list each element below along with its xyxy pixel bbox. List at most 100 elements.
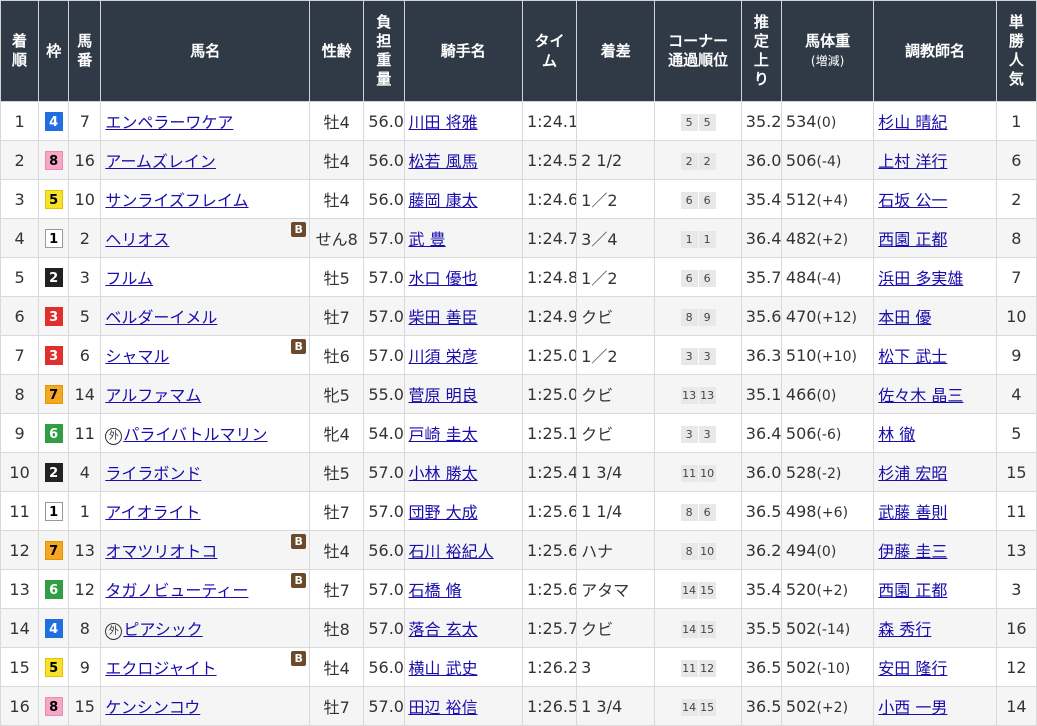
jockey-name-link[interactable]: 戸崎 圭太 (409, 425, 478, 444)
horse-name-link[interactable]: ヘリオス (105, 230, 169, 249)
trainer-name-link[interactable]: 小西 一男 (878, 698, 947, 717)
corner-position: 9 (698, 309, 716, 326)
jockey-name-link[interactable]: 川須 栄彦 (409, 347, 478, 366)
horse-number: 2 (79, 228, 90, 248)
sex-age: 牡4 (323, 659, 350, 678)
sexage-cell: 牡7 (309, 296, 365, 336)
trainer-name-link[interactable]: 佐々木 晶三 (878, 386, 963, 405)
trainer-name-link[interactable]: 林 徹 (878, 425, 915, 444)
margin-cell: 1 3/4 (576, 452, 656, 492)
horse-name-link[interactable]: アームズレイン (105, 152, 216, 171)
bodyweight-cell: 534(0) (780, 101, 875, 141)
horse-name-link[interactable]: サンライズフレイム (105, 191, 248, 210)
bodyweight-cell: 506(-6) (780, 413, 875, 453)
finish-rank: 3 (14, 189, 25, 209)
corner-position: 2 (698, 153, 716, 170)
time-cell: 1:26.2 (521, 647, 578, 687)
last-3f-time: 36.3 (745, 345, 782, 365)
finish-rank: 5 (14, 267, 25, 287)
horse-name-link[interactable]: シャマル (105, 347, 169, 366)
jockey-name-link[interactable]: 団野 大成 (409, 503, 478, 522)
trainer-name-link[interactable]: 浜田 多実雄 (878, 269, 963, 288)
table-row: 7 3 6 シャマル B 牡6 57.0 川須 栄彦 1:25.0 1／2 33 … (0, 335, 1037, 375)
waku-cell: 1 (38, 491, 70, 531)
header-sexage-text: 性齢 (321, 41, 352, 60)
horse-name-link[interactable]: パライバトルマリン (123, 425, 267, 444)
trainer-name-link[interactable]: 伊藤 圭三 (878, 542, 947, 561)
trainer-name-link[interactable]: 武藤 善則 (878, 503, 947, 522)
blinker-icon: B (291, 573, 307, 588)
sex-age: 牡6 (323, 347, 350, 366)
jockey-name-link[interactable]: 石橋 脩 (409, 581, 462, 600)
trainer-name-link[interactable]: 杉山 晴紀 (878, 113, 947, 132)
jockey-name-link[interactable]: 武 豊 (409, 230, 446, 249)
margin-cell: クビ (576, 608, 656, 648)
horse-name-link[interactable]: ピアシック (123, 620, 202, 639)
corner-positions: 13 13 (680, 387, 716, 404)
corner-cell: 33 (654, 413, 742, 453)
sex-age: 牡4 (323, 113, 350, 132)
horse-name-link[interactable]: アルファマム (105, 386, 201, 405)
weight-cell: 57.0 (363, 452, 405, 492)
corner-cell: 66 (654, 179, 742, 219)
win-popularity: 3 (1011, 579, 1022, 599)
num-cell: 7 (68, 101, 102, 141)
finish-rank: 2 (14, 150, 25, 170)
num-cell: 1 (68, 491, 102, 531)
header-horse: 馬名 (100, 0, 311, 102)
horse-name-link[interactable]: アイオライト (105, 503, 200, 522)
last-cell: 35.7 (740, 257, 782, 297)
horse-cell: アイオライト (100, 491, 311, 531)
jockey-name-link[interactable]: 川田 将雅 (409, 113, 478, 132)
trainer-name-link[interactable]: 西園 正都 (878, 230, 947, 249)
trainer-name-link[interactable]: 杉浦 宏昭 (878, 464, 947, 483)
sex-age: 牡4 (323, 542, 350, 561)
horse-name-link[interactable]: エクロジャイト (105, 659, 216, 678)
horse-name-link[interactable]: ベルダーイメル (105, 308, 217, 327)
sexage-cell: 牡7 (309, 569, 365, 609)
jockey-name-link[interactable]: 横山 武史 (409, 659, 478, 678)
trainer-cell: 佐々木 晶三 (873, 374, 997, 414)
trainer-name-link[interactable]: 森 秀行 (878, 620, 931, 639)
finish-rank: 6 (14, 306, 25, 326)
trainer-name-link[interactable]: 松下 武士 (878, 347, 947, 366)
trainer-name-link[interactable]: 西園 正都 (878, 581, 947, 600)
body-weight-change: (0) (816, 543, 837, 560)
table-row: 3 5 10 サンライズフレイム 牡4 56.0 藤岡 康太 1:24.6 1／… (0, 179, 1037, 219)
jockey-name-link[interactable]: 松若 風馬 (409, 152, 478, 171)
horse-name-link[interactable]: ライラボンド (105, 464, 201, 483)
trainer-name-link[interactable]: 本田 優 (878, 308, 931, 327)
trainer-name-link[interactable]: 安田 隆行 (878, 659, 947, 678)
finish-time: 1:25.0 (526, 384, 577, 404)
waku-cell: 3 (38, 335, 70, 375)
body-weight: 520 (785, 579, 817, 599)
horse-number: 14 (74, 384, 95, 404)
horse-name-link[interactable]: フルム (105, 269, 153, 288)
trainer-name-link[interactable]: 石坂 公一 (878, 191, 947, 210)
popularity-cell: 13 (995, 530, 1037, 570)
jockey-name-link[interactable]: 水口 優也 (409, 269, 478, 288)
num-cell: 9 (68, 647, 102, 687)
horse-name-link[interactable]: タガノビューティー (105, 581, 248, 600)
body-weight-change: (+2) (816, 582, 849, 599)
margin-cell: 3／4 (576, 218, 656, 258)
jockey-name-link[interactable]: 田辺 裕信 (409, 698, 478, 717)
horse-name-link[interactable]: ケンシンコウ (105, 698, 200, 717)
table-row: 15 5 9 エクロジャイト B 牡4 56.0 横山 武史 1:26.2 3 1… (0, 647, 1037, 687)
rank-cell: 2 (0, 140, 40, 180)
header-bw-line1: 馬体重 (805, 31, 851, 50)
jockey-name-link[interactable]: 石川 裕紀人 (409, 542, 494, 561)
horse-name-link[interactable]: エンペラーワケア (105, 113, 233, 132)
jockey-name-link[interactable]: 柴田 善臣 (409, 308, 478, 327)
corner-positions: 8 10 (680, 543, 716, 560)
rank-cell: 9 (0, 413, 40, 453)
trainer-name-link[interactable]: 上村 洋行 (878, 152, 947, 171)
jockey-name-link[interactable]: 藤岡 康太 (409, 191, 478, 210)
jockey-name-link[interactable]: 落合 玄太 (409, 620, 478, 639)
horse-name-link[interactable]: オマツリオトコ (105, 542, 217, 561)
jockey-name-link[interactable]: 菅原 明良 (409, 386, 478, 405)
corner-position: 3 (698, 426, 716, 443)
jockey-name-link[interactable]: 小林 勝太 (409, 464, 478, 483)
table-row: 9 6 11 外パライバトルマリン 牝4 54.0 戸崎 圭太 1:25.1 ク… (0, 413, 1037, 453)
finish-rank: 12 (9, 540, 30, 560)
